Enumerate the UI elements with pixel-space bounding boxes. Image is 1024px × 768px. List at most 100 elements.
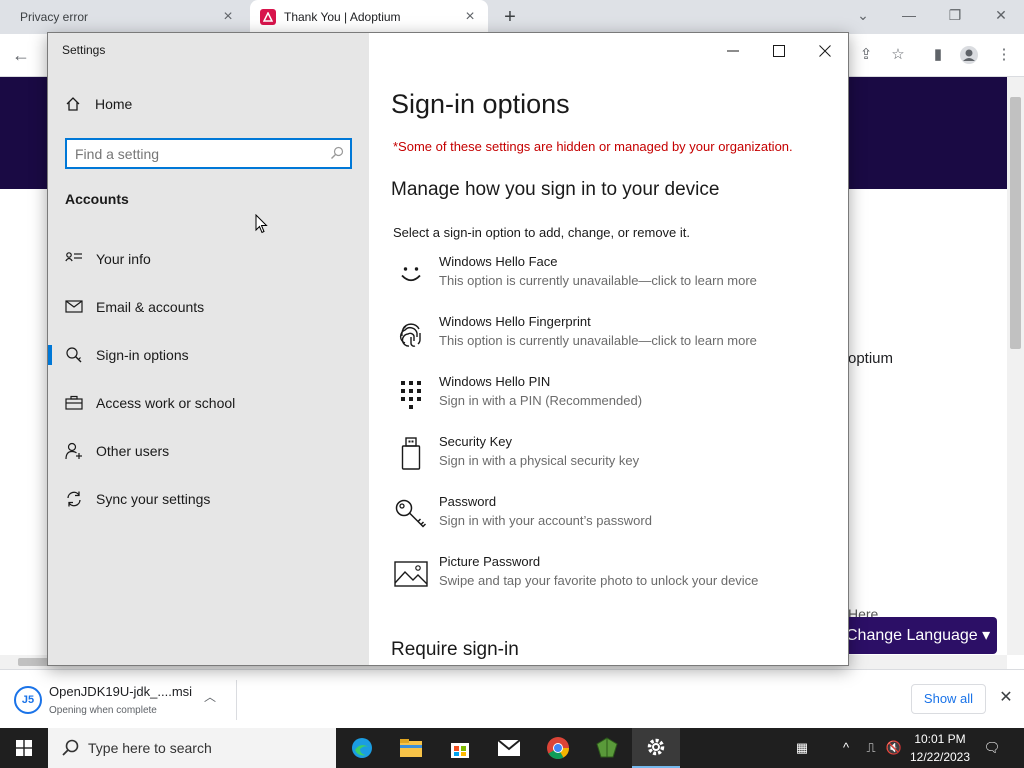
option-windows-hello-pin[interactable]: Windows Hello PIN Sign in with a PIN (Re…	[393, 374, 833, 418]
option-picture-password[interactable]: Picture Password Swipe and tap your favo…	[393, 554, 833, 598]
nav-home-label: Home	[95, 96, 133, 112]
notifications-icon[interactable]: 🗨	[982, 738, 1002, 758]
divider	[236, 680, 237, 720]
option-description: Sign in with a physical security key	[439, 453, 640, 468]
usb-key-icon	[393, 436, 429, 472]
manage-sign-in-heading: Manage how you sign in to your device	[391, 179, 720, 200]
fingerprint-icon	[393, 316, 429, 352]
close-window-icon[interactable]: ✕	[989, 5, 1013, 25]
require-sign-in-heading: Require sign-in	[391, 639, 519, 660]
close-icon[interactable]: ×	[462, 9, 478, 25]
sidebar-icon[interactable]: ▮	[928, 45, 948, 65]
find-setting-input[interactable]	[75, 144, 325, 164]
close-window-icon[interactable]	[813, 41, 837, 61]
settings-nav-pane: Settings Home Accounts Your info Email &…	[48, 33, 369, 665]
search-icon	[331, 146, 344, 159]
new-tab-button[interactable]: +	[500, 7, 520, 27]
download-file-name[interactable]: OpenJDK19U-jdk_....msi	[49, 684, 192, 699]
download-status: Opening when complete	[49, 705, 157, 716]
scrollbar-thumb[interactable]	[1010, 97, 1021, 349]
page-title: Sign-in options	[391, 89, 570, 119]
close-icon[interactable]: ×	[220, 9, 236, 25]
download-bar: J5 OpenJDK19U-jdk_....msi Opening when c…	[0, 669, 1024, 728]
option-security-key[interactable]: Security Key Sign in with a physical sec…	[393, 434, 833, 478]
chevron-up-icon[interactable]: ^	[836, 738, 856, 758]
picture-icon	[393, 556, 429, 592]
search-icon	[62, 739, 79, 756]
sidebar-item-email-accounts[interactable]: Email & accounts	[48, 287, 369, 327]
tab-title: Thank You | Adoptium	[284, 10, 401, 24]
settings-window: Settings Home Accounts Your info Email &…	[47, 32, 849, 666]
chevron-down-icon[interactable]: ⌄	[851, 5, 875, 25]
sidebar-item-label: Your info	[96, 251, 151, 267]
file-explorer-icon[interactable]	[387, 728, 435, 768]
nav-section-title: Accounts	[65, 191, 129, 207]
sidebar-item-access-work-school[interactable]: Access work or school	[48, 383, 369, 423]
find-setting-box[interactable]	[65, 138, 352, 169]
chrome-icon[interactable]	[534, 728, 582, 768]
show-all-button[interactable]: Show all	[911, 684, 986, 714]
kebab-menu-icon[interactable]: ⋮	[994, 45, 1014, 65]
option-description: This option is currently unavailable—cli…	[439, 273, 757, 288]
briefcase-icon	[65, 394, 83, 412]
taskbar-search-box[interactable]: Type here to search	[48, 728, 336, 768]
profile-avatar-icon[interactable]	[959, 45, 979, 65]
vertical-scrollbar[interactable]	[1007, 77, 1024, 655]
option-title: Windows Hello PIN	[439, 374, 551, 389]
option-title: Windows Hello Face	[439, 254, 558, 269]
edge-icon[interactable]	[338, 728, 386, 768]
org-managed-warning: *Some of these settings are hidden or ma…	[393, 139, 793, 154]
face-icon	[393, 256, 429, 292]
chevron-up-icon[interactable]: ︿	[204, 688, 216, 705]
sync-icon	[65, 490, 83, 508]
taskbar: Type here to search ▦ ^ ⎍ 🔇 10:01 PM 12/…	[0, 728, 1024, 768]
settings-gear-icon[interactable]	[632, 728, 680, 768]
windows-start-icon[interactable]	[0, 728, 48, 768]
tab-adoptium[interactable]: Thank You | Adoptium ×	[250, 0, 488, 34]
option-password[interactable]: Password Sign in with your account’s pas…	[393, 494, 833, 538]
sidebar-item-sign-in-options[interactable]: Sign-in options	[48, 335, 369, 375]
mail-icon[interactable]	[485, 728, 533, 768]
sidebar-item-other-users[interactable]: Other users	[48, 431, 369, 471]
java-file-icon[interactable]: J5	[14, 686, 42, 714]
tab-title: Privacy error	[20, 10, 89, 24]
option-title: Security Key	[439, 434, 512, 449]
share-icon[interactable]: ⇪	[856, 45, 876, 65]
store-icon[interactable]	[436, 728, 484, 768]
restore-icon[interactable]: ❐	[943, 5, 967, 25]
clock-time: 10:01 PM	[914, 732, 966, 746]
option-description: Sign in with your account’s password	[439, 513, 652, 528]
volume-muted-icon[interactable]: 🔇	[884, 738, 904, 758]
option-title: Picture Password	[439, 554, 541, 569]
option-windows-hello-fingerprint[interactable]: Windows Hello Fingerprint This option is…	[393, 314, 833, 358]
sidebar-item-sync-settings[interactable]: Sync your settings	[48, 479, 369, 519]
mouse-cursor-icon	[255, 214, 268, 234]
option-windows-hello-face[interactable]: Windows Hello Face This option is curren…	[393, 254, 833, 298]
add-person-icon	[65, 442, 83, 460]
nav-home[interactable]: Home	[65, 96, 132, 112]
home-icon	[65, 96, 83, 112]
option-description: Sign in with a PIN (Recommended)	[439, 393, 643, 408]
taskbar-clock[interactable]: 10:01 PM 12/22/2023	[905, 730, 975, 766]
adoptium-favicon-icon	[260, 9, 276, 25]
minimize-icon[interactable]: —	[897, 5, 921, 25]
page-text: optium	[848, 350, 894, 367]
change-language-button[interactable]: Change Language ▾	[834, 617, 997, 654]
news-widget-icon[interactable]: ▦	[792, 738, 812, 758]
option-description: This option is currently unavailable—cli…	[439, 333, 757, 348]
network-icon[interactable]: ⎍	[861, 738, 881, 758]
sidebar-item-label: Access work or school	[96, 395, 236, 411]
maximize-icon[interactable]	[767, 41, 791, 61]
star-icon[interactable]: ☆	[888, 45, 908, 65]
minecraft-icon[interactable]	[583, 728, 631, 768]
option-title: Windows Hello Fingerprint	[439, 314, 591, 329]
minimize-icon[interactable]	[721, 41, 745, 61]
option-title: Password	[439, 494, 497, 509]
close-icon[interactable]: ✕	[998, 690, 1014, 706]
sidebar-item-your-info[interactable]: Your info	[48, 239, 369, 279]
back-arrow-icon[interactable]: ←	[10, 44, 32, 66]
tab-privacy-error[interactable]: Privacy error ×	[0, 0, 246, 34]
key-search-icon	[65, 346, 83, 364]
sidebar-item-label: Other users	[96, 443, 170, 459]
mail-icon	[65, 298, 83, 316]
